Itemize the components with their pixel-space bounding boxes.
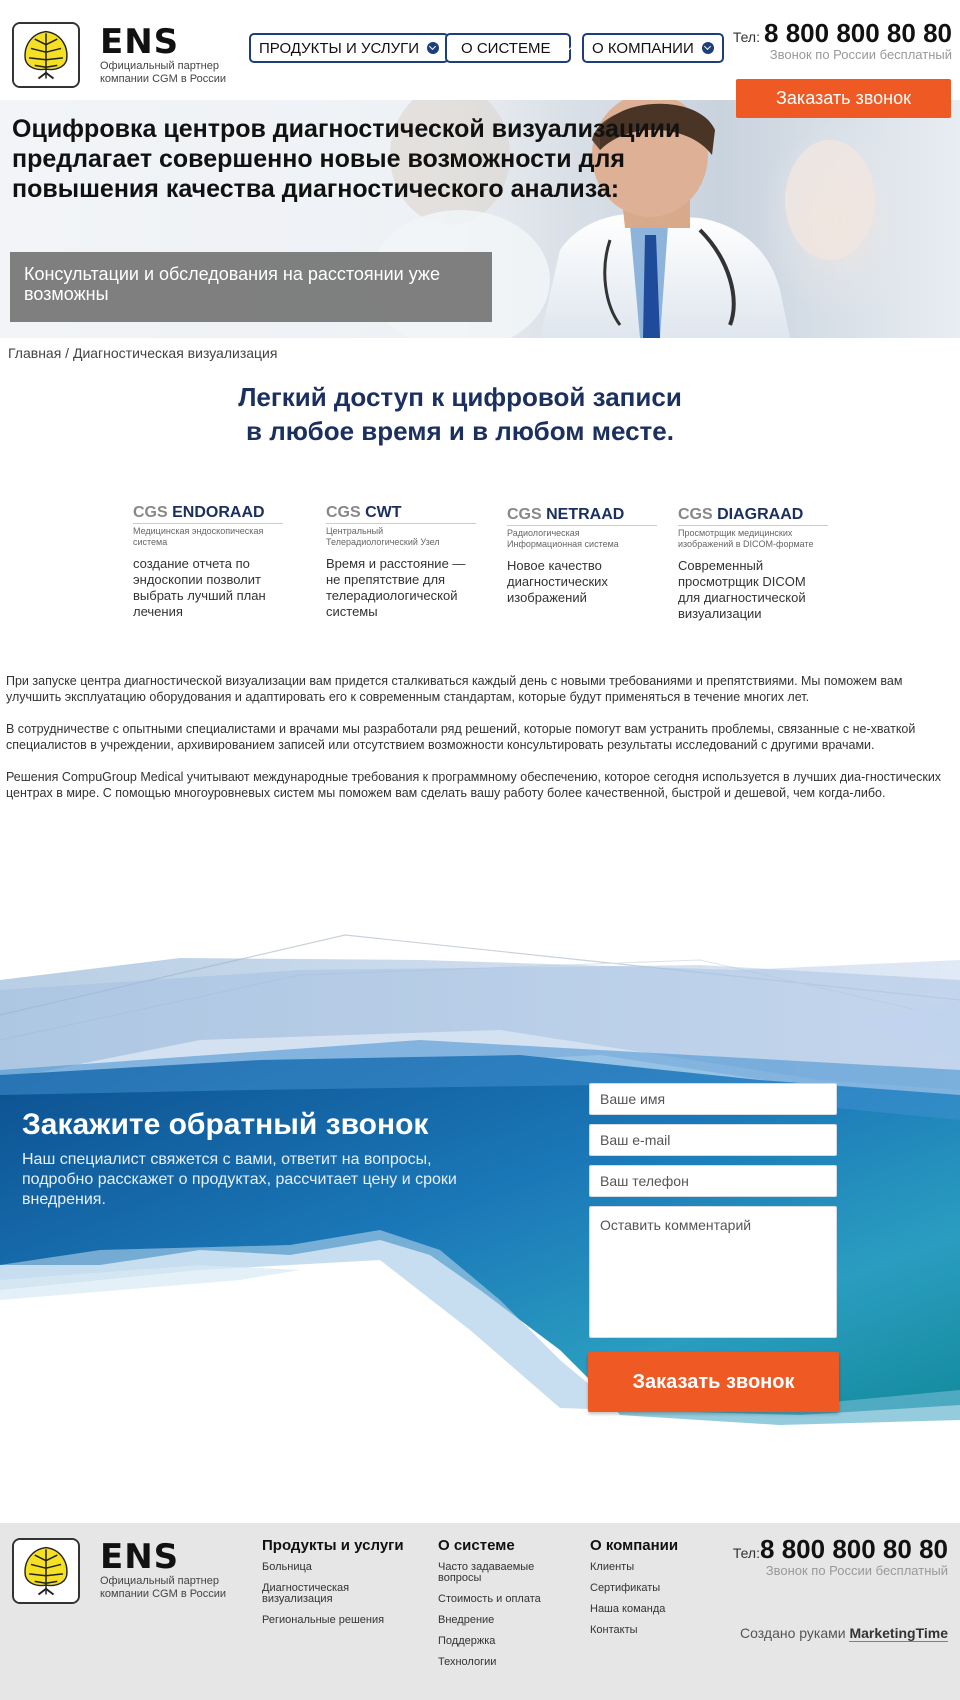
footer-link[interactable]: Наша команда — [590, 1604, 700, 1615]
breadcrumb-home[interactable]: Главная — [8, 345, 61, 361]
phone-input[interactable]: Ваш телефон — [589, 1165, 837, 1197]
footer-phone-number[interactable]: 8 800 800 80 80 — [760, 1534, 948, 1565]
made-by-text: Создано руками — [740, 1625, 846, 1641]
product-card-cwt[interactable]: CGS CWT Центральный Телерадиологический … — [326, 504, 476, 620]
product-text: Время и расстояние — не препятствие для … — [326, 556, 466, 619]
callback-title: Закажите обратный звонок — [22, 1108, 429, 1141]
footer-phone-note: Звонок по России бесплатный — [765, 1563, 948, 1578]
nav-system-label: О СИСТЕМЕ — [461, 39, 551, 57]
footer-column-title[interactable]: О системе — [438, 1537, 558, 1554]
intro-paragraph: При запуске центра диагностической визуа… — [6, 674, 903, 704]
logo-tagline: Официальный партнер компании CGM в Росси… — [100, 60, 226, 85]
hero-subtitle: Консультации и обследования на расстояни… — [10, 252, 492, 322]
comment-textarea[interactable]: Оставить комментарий — [589, 1206, 837, 1338]
breadcrumb-separator: / — [61, 345, 73, 361]
footer-phone-label: Тел: — [732, 1545, 760, 1561]
breadcrumb-current: Диагностическая визуализация — [72, 345, 278, 361]
product-name: CGS ENDORAAD — [133, 504, 283, 524]
hero-title: Оцифровка центров диагностической визуал… — [12, 115, 681, 203]
ens-logo-icon[interactable] — [12, 22, 80, 88]
footer-link[interactable]: Контакты — [590, 1625, 700, 1636]
headline-line-1: Легкий доступ к цифровой записи — [238, 382, 682, 412]
marketingtime-link[interactable]: MarketingTime — [849, 1625, 948, 1642]
product-name: CGS CWT — [326, 504, 476, 524]
nav-system-dropdown[interactable]: О СИСТЕМЕ — [445, 33, 571, 63]
intro-paragraph: Решения CompuGroup Medical учитывают меж… — [6, 770, 942, 800]
footer-link[interactable]: Клиенты — [590, 1562, 700, 1573]
product-name: CGS NETRAAD — [507, 506, 657, 526]
email-input[interactable]: Ваш e-mail — [589, 1124, 837, 1156]
footer-link[interactable]: Региональные решения — [262, 1615, 422, 1626]
product-description: Просмотрщик медицинских изображений в DI… — [678, 528, 814, 549]
phone-label: Тел: — [732, 29, 760, 45]
section-headline: Легкий доступ к цифровой записи в любое … — [0, 380, 920, 448]
product-text: Новое качество диагностических изображен… — [507, 558, 608, 605]
footer-link[interactable]: Поддержка — [438, 1636, 558, 1647]
name-input[interactable]: Ваше имя — [589, 1083, 837, 1115]
footer-column-title[interactable]: Продукты и услуги — [262, 1537, 422, 1554]
nav-company-dropdown[interactable]: О КОМПАНИИ — [582, 33, 724, 63]
footer-link[interactable]: Стоимость и оплата — [438, 1594, 558, 1605]
footer-link[interactable]: Сертификаты — [590, 1583, 700, 1594]
site-footer: ENS Официальный партнер компании CGM в Р… — [0, 1523, 960, 1700]
nav-products-label: ПРОДУКТЫ И УСЛУГИ — [259, 39, 420, 57]
headline-line-2: в любое время и в любом месте. — [246, 416, 674, 446]
ens-logo-icon[interactable] — [12, 1538, 80, 1604]
intro-paragraph: В сотрудничестве с опытными специалистам… — [6, 722, 916, 752]
footer-column-company: О компании Клиенты Сертификаты Наша кома… — [590, 1537, 700, 1646]
product-card-diagraad[interactable]: CGS DIAGRAAD Просмотрщик медицинских изо… — [678, 506, 828, 622]
hero-banner: Оцифровка центров диагностической визуал… — [0, 100, 960, 338]
product-text: создание отчета по эндоскопии позволит в… — [133, 556, 266, 619]
nav-company-label: О КОМПАНИИ — [592, 39, 694, 57]
chevron-down-icon — [701, 42, 714, 54]
product-description: Центральный Телерадиологический Узел — [326, 526, 440, 547]
product-card-netraad[interactable]: CGS NETRAAD Радиологическая Информационн… — [507, 506, 657, 606]
product-name: CGS DIAGRAAD — [678, 506, 828, 526]
chevron-down-icon — [427, 42, 440, 54]
footer-column-title[interactable]: О компании — [590, 1537, 700, 1554]
made-by-credit: Создано руками MarketingTime — [740, 1625, 948, 1642]
logo-name: ENS — [100, 22, 180, 62]
intro-text: При запуске центра диагностической визуа… — [6, 673, 954, 817]
callback-description: Наш специалист свяжется с вами, ответит … — [22, 1151, 457, 1208]
footer-link[interactable]: Часто задаваемые вопросы — [438, 1562, 548, 1584]
footer-link[interactable]: Внедрение — [438, 1615, 558, 1626]
product-text: Современный просмотрщик DICOM для диагно… — [678, 558, 806, 621]
product-card-endoraad[interactable]: CGS ENDORAAD Медицинская эндоскопическая… — [133, 504, 283, 620]
phone-number[interactable]: 8 800 800 80 80 — [764, 18, 952, 49]
order-call-submit-button[interactable]: Заказать звонок — [588, 1352, 839, 1412]
product-description: Радиологическая Информационная система — [507, 528, 619, 549]
footer-logo-name: ENS — [100, 1537, 180, 1577]
phone-note: Звонок по России бесплатный — [769, 47, 952, 62]
footer-link[interactable]: Больница — [262, 1562, 422, 1573]
footer-logo-tagline: Официальный партнер компании CGM в Росси… — [100, 1575, 226, 1600]
footer-link[interactable]: Диагностическая визуализация — [262, 1583, 372, 1605]
product-description: Медицинская эндоскопическая система — [133, 526, 264, 547]
nav-products-dropdown[interactable]: ПРОДУКТЫ И УСЛУГИ — [249, 33, 450, 63]
footer-column-products: Продукты и услуги Больница Диагностическ… — [262, 1537, 422, 1636]
footer-column-system: О системе Часто задаваемые вопросы Стоим… — [438, 1537, 558, 1678]
breadcrumb: Главная / Диагностическая визуализация — [8, 345, 277, 361]
footer-link[interactable]: Технологии — [438, 1657, 558, 1668]
order-call-button-header[interactable]: Заказать звонок — [736, 79, 951, 118]
